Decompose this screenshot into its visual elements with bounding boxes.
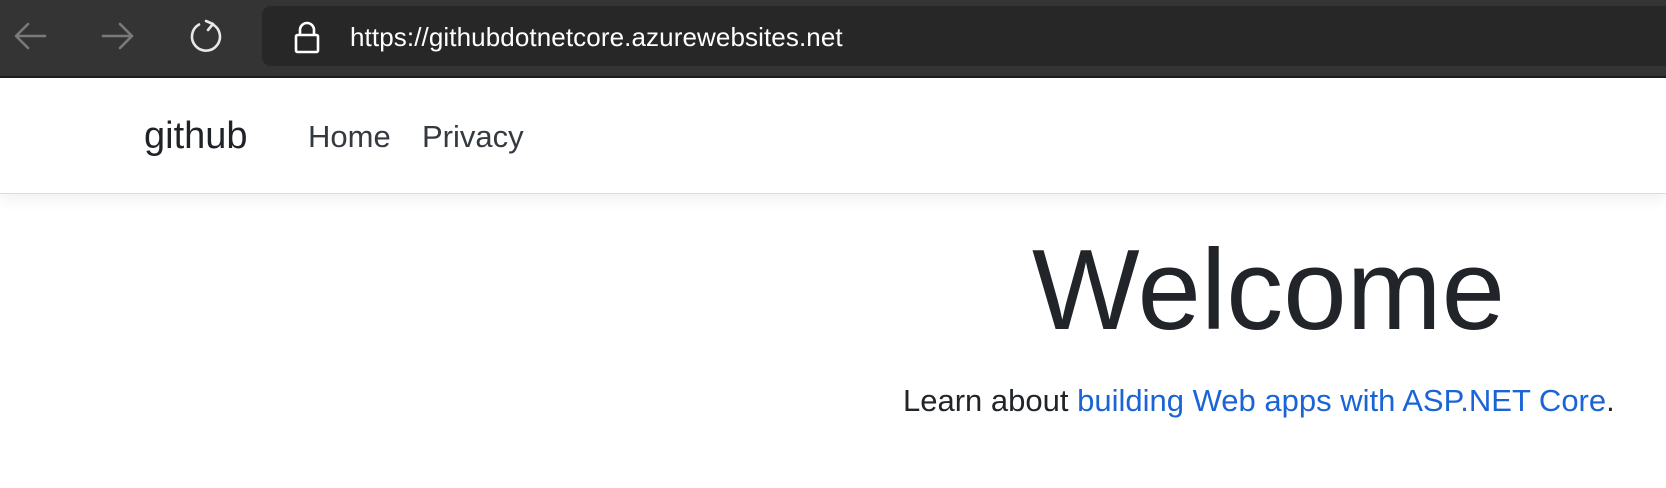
- site-header: github Home Privacy: [0, 78, 1666, 194]
- back-arrow-icon: [14, 22, 47, 50]
- learn-paragraph: Learn about building Web apps with ASP.N…: [903, 382, 1615, 420]
- forward-arrow-icon: [101, 22, 134, 50]
- aspnet-core-link[interactable]: building Web apps with ASP.NET Core: [1077, 383, 1606, 418]
- reload-button[interactable]: [184, 14, 228, 58]
- back-button[interactable]: [8, 14, 52, 58]
- learn-prefix: Learn about: [903, 383, 1078, 418]
- page-title: Welcome: [1032, 227, 1506, 354]
- url-scheme: https://: [350, 22, 429, 52]
- address-bar[interactable]: https://githubdotnetcore.azurewebsites.n…: [262, 6, 1666, 66]
- url-host: githubdotnetcore.azurewebsites.net: [428, 22, 843, 52]
- nav-link-privacy[interactable]: Privacy: [422, 118, 524, 156]
- nav-link-home[interactable]: Home: [308, 118, 391, 156]
- brand-link[interactable]: github: [144, 114, 248, 158]
- reload-icon: [190, 19, 222, 52]
- url-text[interactable]: https://githubdotnetcore.azurewebsites.n…: [350, 22, 843, 52]
- browser-toolbar: https://githubdotnetcore.azurewebsites.n…: [0, 0, 1666, 78]
- lock-icon: [294, 21, 320, 54]
- forward-button[interactable]: [96, 14, 140, 58]
- learn-suffix: .: [1606, 383, 1615, 418]
